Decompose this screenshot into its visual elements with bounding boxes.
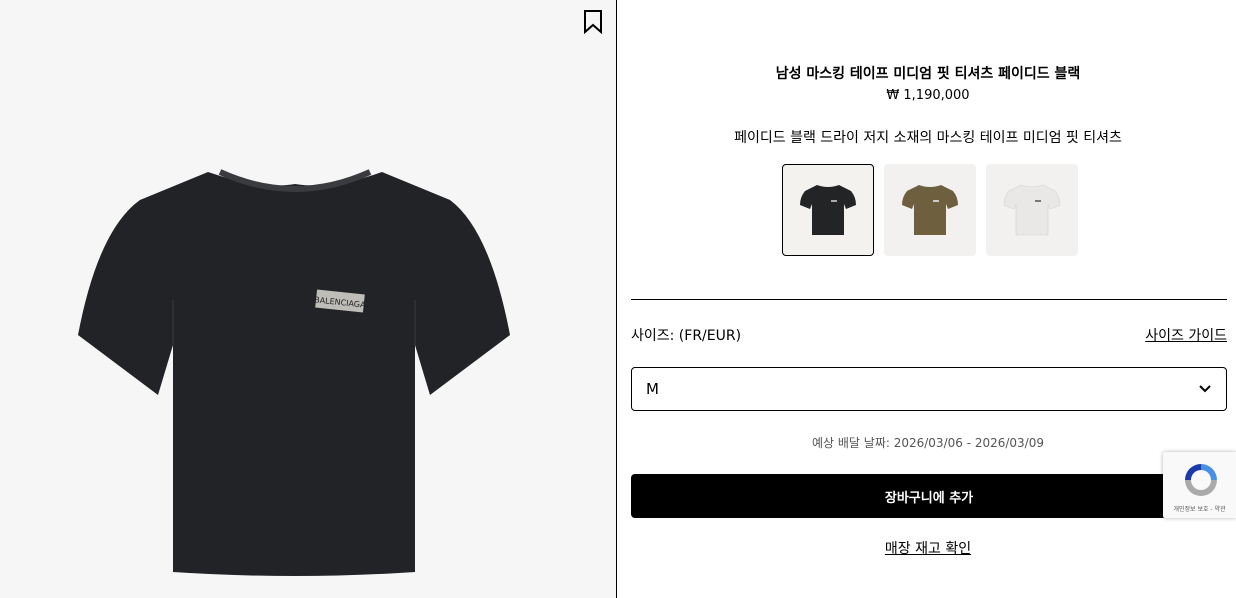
product-price: ₩ 1,190,000 [886, 88, 970, 103]
check-store-stock-link[interactable]: 매장 재고 확인 [618, 538, 1236, 558]
swatch-tshirt-image [1003, 184, 1061, 236]
size-select-value: M [646, 380, 659, 398]
chevron-down-icon [1199, 385, 1211, 393]
swatch-tshirt-image [902, 185, 958, 235]
product-title: 남성 마스킹 테이프 미디엄 핏 티셔츠 페이디드 블랙 [775, 66, 1081, 82]
recaptcha-terms: 개인정보 보호 - 약관 [1173, 506, 1226, 513]
section-divider [631, 299, 1227, 300]
size-select[interactable]: M [631, 367, 1227, 411]
size-guide-link[interactable]: 사이즈 가이드 [1145, 325, 1227, 345]
product-details-pane: 남성 마스킹 테이프 미디엄 핏 티셔츠 페이디드 블랙 ₩ 1,190,000… [618, 0, 1236, 598]
color-swatch-faded-black[interactable] [782, 164, 874, 256]
size-label: 사이즈: (FR/EUR) [631, 328, 742, 344]
color-swatch-white[interactable] [986, 164, 1078, 256]
product-main-image: BALENCIAGA [78, 169, 510, 576]
recaptcha-icon [1185, 464, 1217, 496]
color-swatches [782, 164, 1078, 256]
bookmark-icon[interactable] [582, 10, 604, 34]
delivery-estimate: 예상 배달 날짜: 2026/03/06 - 2026/03/09 [811, 436, 1044, 450]
add-to-cart-button[interactable]: 장바구니에 추가 [631, 474, 1227, 518]
product-description: 페이디드 블랙 드라이 저지 소재의 마스킹 테이프 미디엄 핏 티셔츠 [734, 130, 1122, 146]
color-swatch-olive[interactable] [884, 164, 976, 256]
swatch-tshirt-image [800, 185, 856, 235]
recaptcha-badge[interactable]: 개인정보 보호 - 약관 [1163, 452, 1236, 518]
product-image-pane: BALENCIAGA [0, 0, 617, 598]
